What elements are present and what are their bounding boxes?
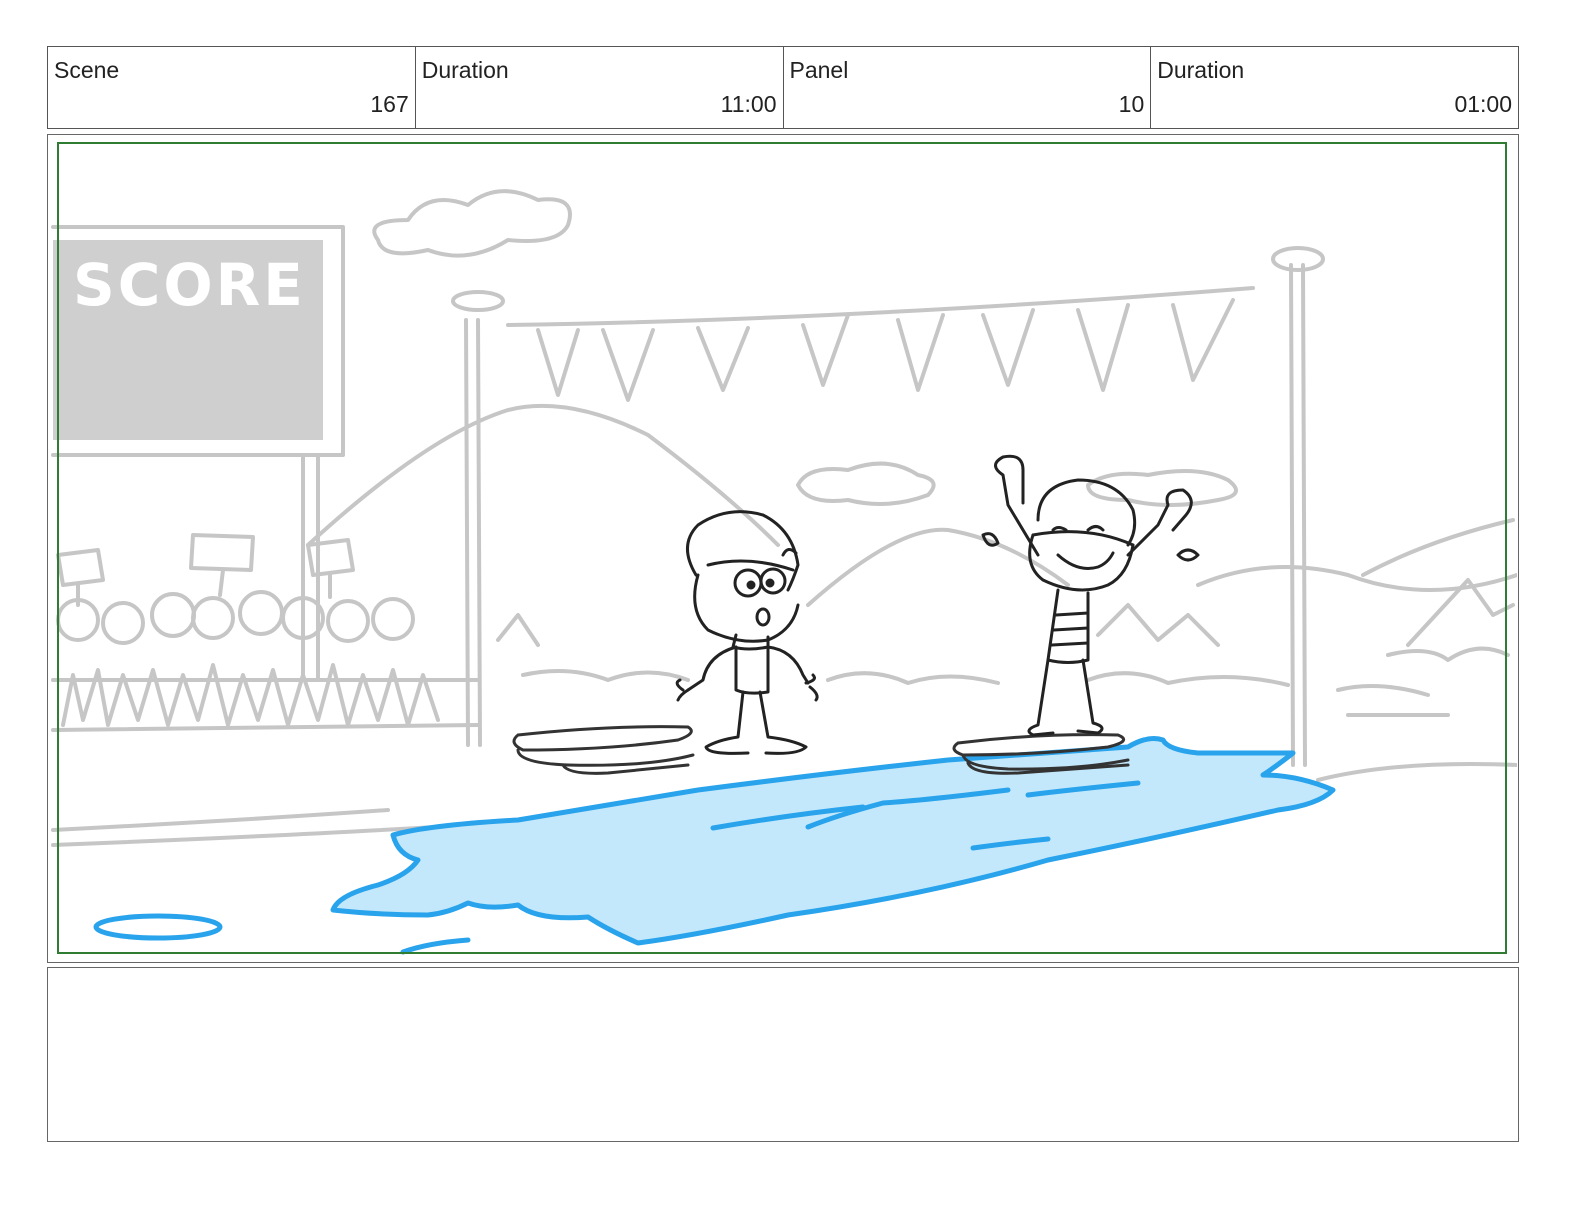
puddle (330, 736, 1336, 946)
character-worried (675, 510, 819, 755)
scene-duration-value[interactable]: 11:00 (721, 91, 777, 118)
character-cheering (981, 454, 1200, 737)
panel-duration-value[interactable]: 01:00 (1454, 91, 1512, 118)
scene-duration-cell: Duration 11:00 (416, 47, 784, 128)
panel-duration-cell: Duration 01:00 (1151, 47, 1518, 128)
sled-left (512, 725, 695, 775)
panel-number[interactable]: 10 (1119, 91, 1145, 118)
storyboard-header: Scene 167 Duration 11:00 Panel 10 Durati… (47, 46, 1519, 129)
storyboard-panel[interactable]: SCORE (47, 134, 1519, 963)
panel-cell: Panel 10 (784, 47, 1152, 128)
panel-notes[interactable] (47, 967, 1519, 1142)
panel-drawing: SCORE (51, 142, 1517, 955)
scene-cell: Scene 167 (48, 47, 416, 128)
panel-duration-label: Duration (1157, 57, 1245, 83)
scene-number[interactable]: 167 (370, 91, 408, 118)
scene-duration-label: Duration (421, 57, 509, 83)
scene-label: Scene (54, 57, 120, 83)
panel-label: Panel (789, 57, 849, 83)
scoreboard-text: SCORE (73, 251, 306, 319)
